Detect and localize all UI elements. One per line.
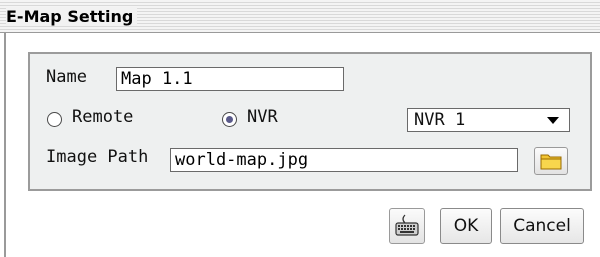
settings-group: Name Map 1.1 Remote NVR NVR 1 Image Path… <box>28 52 592 191</box>
image-path-label: Image Path <box>46 147 149 167</box>
remote-label[interactable]: Remote <box>72 107 133 127</box>
name-input[interactable]: Map 1.1 <box>116 67 344 91</box>
remote-radio[interactable] <box>47 112 62 127</box>
keyboard-icon <box>395 214 419 236</box>
ok-button[interactable]: OK <box>440 208 492 244</box>
cancel-button[interactable]: Cancel <box>500 208 584 244</box>
title-bar: E-Map Setting <box>0 0 600 33</box>
dialog-title: E-Map Setting <box>6 7 138 26</box>
chevron-down-icon <box>547 117 559 124</box>
image-path-input[interactable]: world-map.jpg <box>170 148 518 172</box>
name-label: Name <box>46 67 87 87</box>
nvr-label[interactable]: NVR <box>247 107 278 127</box>
nvr-select-value: NVR 1 <box>414 110 466 130</box>
browse-folder-button[interactable] <box>534 147 568 175</box>
nvr-radio[interactable] <box>222 112 237 127</box>
e-map-setting-dialog: E-Map Setting Name Map 1.1 Remote NVR NV… <box>0 0 600 257</box>
nvr-select[interactable]: NVR 1 <box>407 108 570 132</box>
folder-icon <box>540 154 562 170</box>
virtual-keyboard-button[interactable] <box>389 208 425 244</box>
dialog-frame-edge <box>4 32 6 257</box>
